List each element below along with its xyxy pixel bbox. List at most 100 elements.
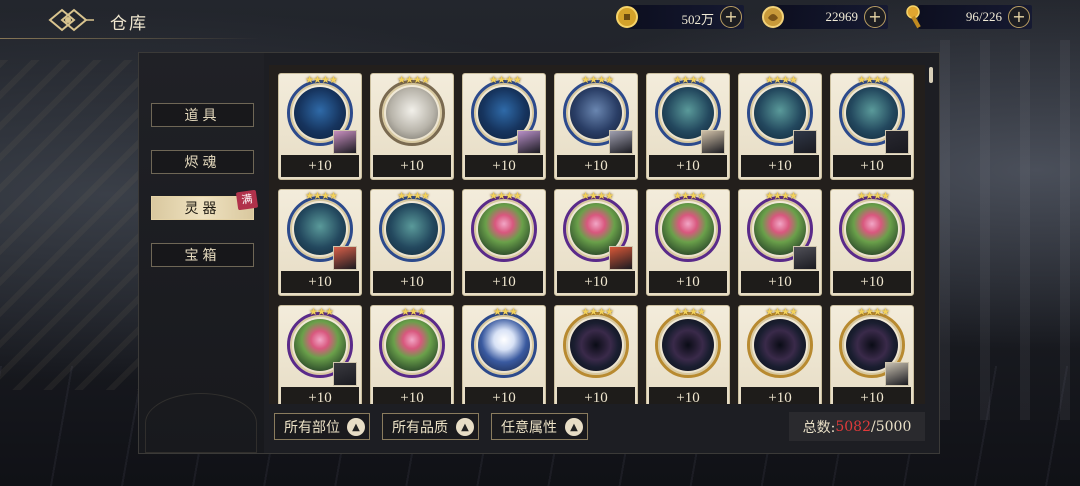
- item-card[interactable]: ★★★★ +10: [554, 189, 638, 296]
- token-value: 22969: [825, 9, 859, 24]
- equipped-character-avatar: [701, 130, 725, 154]
- item-card[interactable]: ★★★★ +10: [830, 305, 914, 404]
- add-stamina-button[interactable]: +: [1008, 6, 1030, 28]
- item-level: +10: [557, 155, 635, 177]
- artifact-image: [386, 319, 438, 371]
- item-card[interactable]: ★★★★ +10: [646, 189, 730, 296]
- add-token-button[interactable]: +: [864, 6, 886, 28]
- filter-slot-dropdown[interactable]: 所有部位 ▲: [274, 413, 370, 440]
- dragon-token-icon: [762, 6, 784, 28]
- tab-items[interactable]: 道具: [151, 103, 254, 127]
- item-card[interactable]: ★★★★ +10: [646, 73, 730, 180]
- artifact-beads-icon: [747, 312, 813, 378]
- filter-quality-label: 所有品质: [392, 419, 448, 436]
- item-card[interactable]: ★★★★ +10: [646, 305, 730, 404]
- star-rating: ★★★★: [489, 75, 522, 86]
- item-card[interactable]: ★★★★ +10: [554, 305, 638, 404]
- item-card[interactable]: ★★★★ +10: [278, 73, 362, 180]
- star-rating: ★★★★: [857, 307, 890, 318]
- equipped-character-avatar: [333, 246, 357, 270]
- item-card[interactable]: ★★★★ +10: [462, 189, 546, 296]
- artifact-beads-icon: [563, 312, 629, 378]
- title-underline: [0, 38, 260, 39]
- add-gold-button[interactable]: +: [720, 6, 742, 28]
- item-level: +10: [741, 155, 819, 177]
- back-button[interactable]: [46, 6, 96, 34]
- item-card[interactable]: ★★★★ +10: [462, 73, 546, 180]
- star-rating: ★★★★: [673, 75, 706, 86]
- item-level: +10: [557, 271, 635, 293]
- tab-chests[interactable]: 宝箱: [151, 243, 254, 267]
- item-card[interactable]: ★★★★ +10: [830, 73, 914, 180]
- item-level: +10: [741, 387, 819, 404]
- item-card[interactable]: ★★★★ +10: [738, 305, 822, 404]
- star-rating: ★★★★: [489, 191, 522, 202]
- stamina-key-icon: [906, 5, 921, 29]
- warehouse-panel: 道具 烬魂 灵器 满 宝箱 ★★★★ +10 ★★★★ +10 ★★★★ +10 ★★★★ +…: [138, 52, 940, 454]
- equipped-character-avatar: [793, 130, 817, 154]
- item-level: +10: [557, 387, 635, 404]
- item-level: +10: [741, 271, 819, 293]
- sort-arrow-icon: ▲: [456, 418, 474, 436]
- star-rating: ★★★: [493, 307, 518, 318]
- artifact-image: [754, 319, 806, 371]
- equipped-character-avatar: [885, 130, 909, 154]
- star-rating: ★★★★: [673, 307, 706, 318]
- star-rating: ★★★★: [857, 75, 890, 86]
- gold-value: 502万: [681, 12, 714, 27]
- item-card[interactable]: ★★★★ +10: [370, 73, 454, 180]
- equipped-character-avatar: [609, 130, 633, 154]
- star-rating: ★★★★: [857, 191, 890, 202]
- item-level: +10: [833, 155, 911, 177]
- artifact-lotus-white-icon: [471, 312, 537, 378]
- item-card[interactable]: ★★★ +10: [370, 305, 454, 404]
- item-card[interactable]: ★★★★ +10: [370, 189, 454, 296]
- item-card[interactable]: ★★★★ +10: [278, 189, 362, 296]
- item-level: +10: [373, 155, 451, 177]
- star-rating: ★★★★: [765, 75, 798, 86]
- grid-scrollbar[interactable]: [929, 67, 933, 83]
- artifact-image: [478, 319, 530, 371]
- resource-stamina: 96/226 +: [906, 5, 1032, 29]
- star-rating: ★★★★: [581, 75, 614, 86]
- sort-arrow-icon: ▲: [565, 418, 583, 436]
- star-rating: ★★★★: [673, 191, 706, 202]
- equipped-character-avatar: [793, 246, 817, 270]
- item-card[interactable]: ★★★★ +10: [830, 189, 914, 296]
- filter-attribute-label: 任意属性: [501, 419, 557, 436]
- tab-embers[interactable]: 烬魂: [151, 150, 254, 174]
- star-rating: ★★★★: [581, 191, 614, 202]
- artifact-image: [662, 203, 714, 255]
- background-left-scenery: [0, 60, 140, 390]
- item-card[interactable]: ★★★★ +10: [738, 73, 822, 180]
- filter-attribute-dropdown[interactable]: 任意属性 ▲: [491, 413, 588, 440]
- item-card[interactable]: ★★★★ +10: [554, 73, 638, 180]
- artifact-image: [846, 203, 898, 255]
- artifact-white-beast-icon: [379, 80, 445, 146]
- resource-token: 22969 +: [762, 5, 888, 29]
- artifact-image: [386, 87, 438, 139]
- filter-quality-dropdown[interactable]: 所有品质 ▲: [382, 413, 479, 440]
- star-rating: ★★★: [309, 307, 334, 318]
- sidebar-ornament: [145, 393, 257, 453]
- item-card[interactable]: ★★★ +10: [278, 305, 362, 404]
- equipped-character-avatar: [517, 130, 541, 154]
- total-current: 5082: [835, 418, 871, 435]
- equipped-character-avatar: [333, 130, 357, 154]
- filter-slot-label: 所有部位: [284, 419, 340, 436]
- item-card[interactable]: ★★★★ +10: [738, 189, 822, 296]
- star-rating: ★★★★: [765, 307, 798, 318]
- star-rating: ★★★★: [305, 191, 338, 202]
- artifact-lotus-pink-icon: [839, 196, 905, 262]
- item-card[interactable]: ★★★ +10: [462, 305, 546, 404]
- item-level: +10: [465, 271, 543, 293]
- background-right-scenery: [940, 40, 1080, 420]
- star-rating: ★★★★: [765, 191, 798, 202]
- item-level: +10: [281, 271, 359, 293]
- item-total-counter: 总数: 5082 /5000: [789, 412, 925, 441]
- artifact-image: [662, 319, 714, 371]
- item-level: +10: [465, 387, 543, 404]
- item-level: +10: [373, 387, 451, 404]
- artifact-lotus-pink-icon: [379, 312, 445, 378]
- star-rating: ★★★★: [397, 191, 430, 202]
